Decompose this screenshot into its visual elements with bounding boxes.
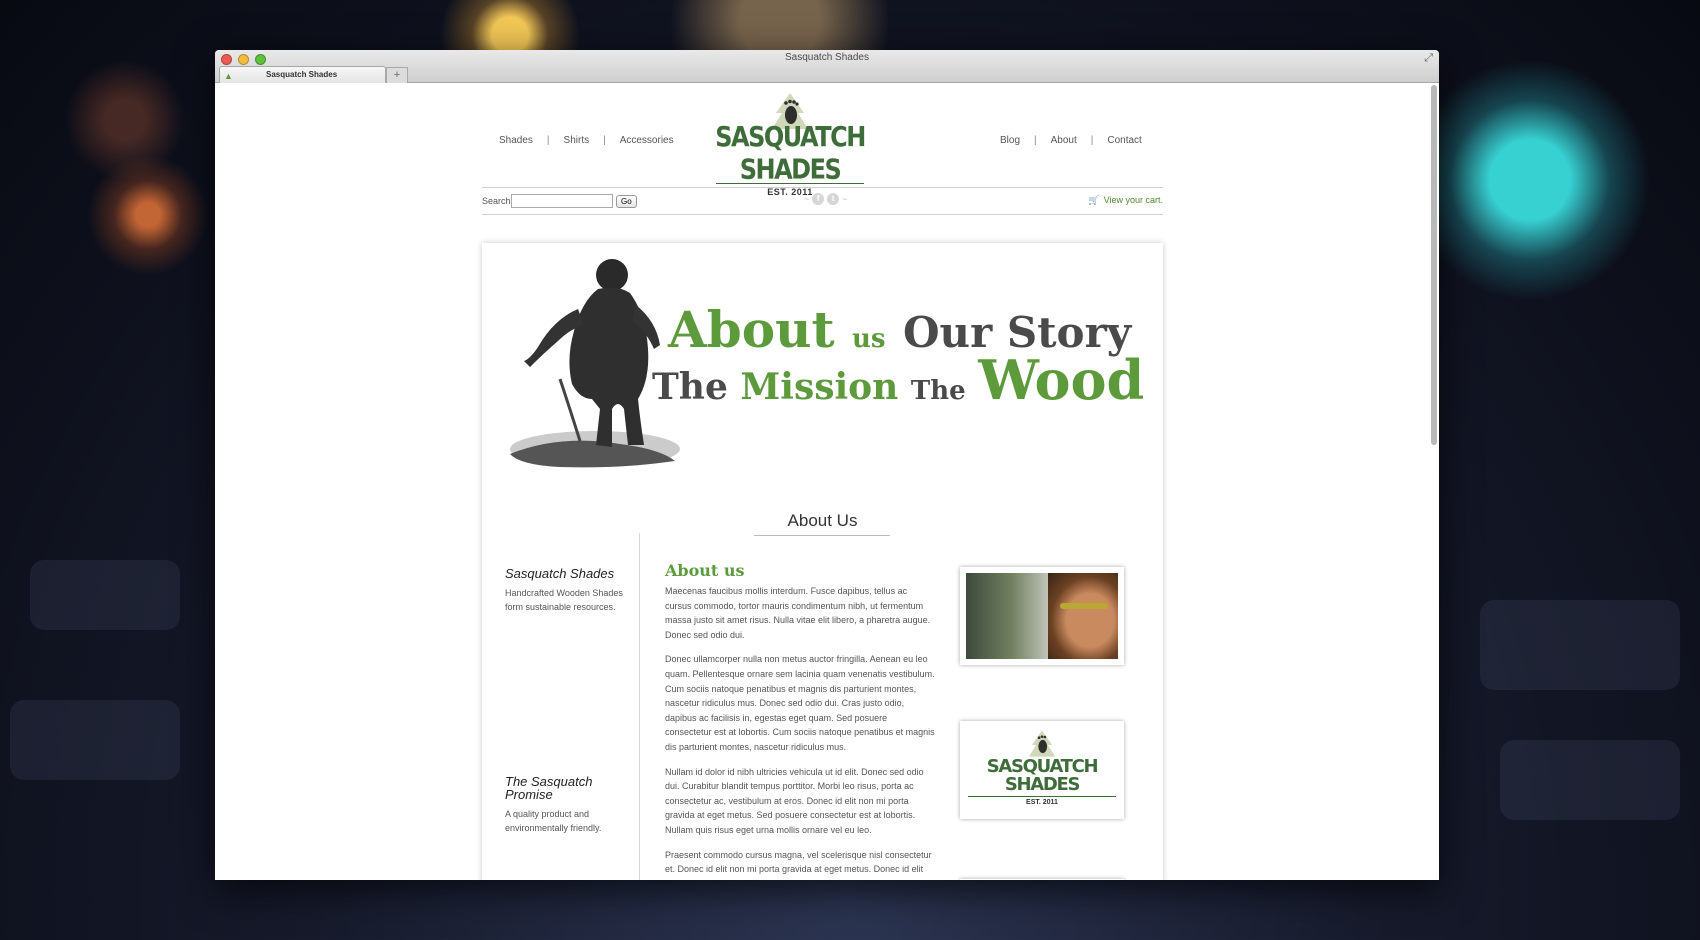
cart-label: View your cart. [1103, 195, 1163, 205]
fullscreen-icon[interactable]: ⤢ [1424, 52, 1433, 65]
window-title: Sasquatch Shades [785, 52, 869, 63]
photo-logo-card[interactable]: SASQUATCH SHADES EST. 2011 [960, 721, 1124, 819]
profile-head [1048, 573, 1118, 659]
vertical-scrollbar[interactable] [1431, 85, 1437, 445]
search-input[interactable] [511, 194, 613, 208]
hero-headline: About us Our Story The Mission The Wood [652, 300, 1145, 413]
wooden-glasses [1060, 603, 1108, 609]
nav-link-contact[interactable]: Contact [1107, 135, 1141, 146]
nav-link-accessories[interactable]: Accessories [620, 135, 674, 146]
nav-link-blog[interactable]: Blog [1000, 135, 1020, 146]
article-heading: About us [665, 561, 745, 580]
section-title: About Us [787, 511, 858, 530]
column-divider [639, 533, 640, 880]
article-paragraph: Nullam id dolor id nibh ultricies vehicu… [665, 766, 924, 835]
logo-card-rule [968, 796, 1116, 797]
right-swash-icon: ~ [842, 194, 848, 204]
nav-separator: | [1090, 135, 1094, 146]
section-title-rule [754, 535, 890, 536]
article-paragraph: Donec ullamcorper nulla non metus auctor… [665, 654, 935, 752]
sidebar-block-text: A quality product and environmentally fr… [505, 809, 602, 833]
browser-tab[interactable]: ▲ Sasquatch Shades [219, 66, 386, 83]
cart-link[interactable]: 🛒 View your cart. [1088, 195, 1163, 206]
site-logo[interactable]: SASQUATCH SHADES EST. 2011 [712, 91, 868, 197]
article-paragraph: Praesent commodo cursus magna, vel scele… [665, 849, 932, 881]
hero-word-the-2: The [910, 376, 966, 406]
facebook-icon[interactable]: f [812, 193, 825, 205]
background-cobble [1480, 600, 1680, 690]
sidebar-block-sasquatch-shades: Sasquatch Shades Handcrafted Wooden Shad… [505, 567, 625, 614]
hero-banner: About us Our Story The Mission The Wood [482, 243, 1163, 483]
nav-link-about[interactable]: About [1051, 135, 1077, 146]
photo-thumbnail[interactable] [960, 879, 1124, 880]
tab-label: Sasquatch Shades [266, 70, 338, 79]
twitter-icon[interactable]: t [827, 193, 840, 205]
tree-favicon-icon: ▲ [224, 71, 233, 81]
hero-word-the: The [652, 366, 728, 408]
logo-card-established: EST. 2011 [1026, 799, 1058, 806]
sidebar-block-title: The Sasquatch Promise [505, 774, 593, 802]
hero-word-us: us [851, 324, 886, 354]
photo-man-wearing-shades[interactable] [960, 567, 1124, 665]
photo-image [966, 573, 1118, 659]
background-cobble [1500, 740, 1680, 820]
utility-bar: Search Go ~ f t ~ 🛒 View your cart. [482, 187, 1163, 215]
nav-separator: | [603, 135, 606, 146]
hero-word-about: About [668, 300, 835, 359]
secondary-nav: Blog | About | Contact [1000, 135, 1142, 146]
search-label: Search [482, 196, 511, 206]
cart-icon: 🛒 [1088, 195, 1100, 205]
primary-nav: Shades | Shirts | Accessories [499, 135, 674, 146]
nav-link-shades[interactable]: Shades [499, 135, 533, 146]
logo-wordmark: SASQUATCH SHADES [715, 120, 866, 186]
nav-separator: | [1034, 135, 1037, 146]
social-links: ~ f t ~ [804, 193, 848, 205]
sidebar-block-text: Handcrafted Wooden Shades form sustainab… [505, 588, 623, 612]
content-panel: About us Our Story The Mission The Wood … [482, 243, 1163, 880]
hero-word-wood: Wood [978, 348, 1145, 412]
logo-card-wordmark: SASQUATCH SHADES [986, 756, 1099, 795]
background-cobble [10, 700, 180, 780]
title-bar: Sasquatch Shades ⤢ ▲ Sasquatch Shades + [215, 50, 1439, 83]
nav-link-shirts[interactable]: Shirts [564, 135, 590, 146]
sidebar-block-title: Sasquatch Shades [505, 566, 615, 581]
background-cobble [30, 560, 180, 630]
browser-window: Sasquatch Shades ⤢ ▲ Sasquatch Shades + … [215, 50, 1439, 880]
left-swash-icon: ~ [804, 194, 810, 204]
hero-word-mission: Mission [740, 366, 899, 408]
sidebar-block-promise: The Sasquatch Promise A quality product … [505, 775, 625, 835]
page-viewport: Shades | Shirts | Accessories SASQUATCH … [215, 83, 1439, 880]
new-tab-button[interactable]: + [386, 67, 408, 83]
article-paragraph: Maecenas faucibus mollis interdum. Fusce… [665, 586, 931, 640]
nav-separator: | [546, 135, 550, 146]
about-article: About us Maecenas faucibus mollis interd… [665, 561, 935, 880]
search-go-button[interactable]: Go [616, 195, 637, 208]
